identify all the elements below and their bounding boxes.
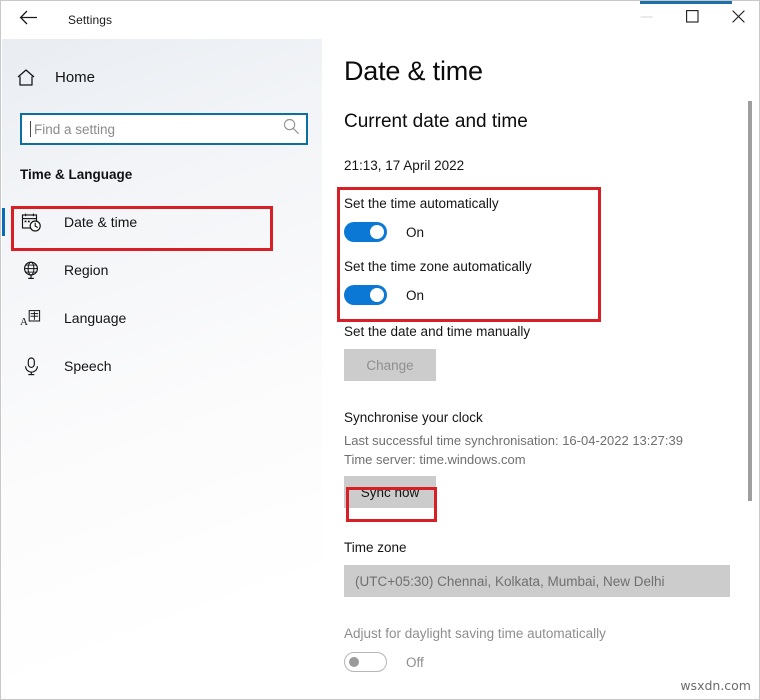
sidebar: Home Find a setting Time & Language Date…: [2, 39, 322, 699]
page-title: Date & time: [344, 56, 483, 86]
settings-window: Settings Home Find a setting Time & Lang…: [0, 0, 760, 700]
sidebar-item-date-time[interactable]: Date & time: [2, 198, 322, 246]
timezone-select[interactable]: (UTC+05:30) Chennai, Kolkata, Mumbai, Ne…: [344, 565, 730, 597]
manual-datetime-group: Set the date and time manually Change: [344, 324, 759, 381]
sidebar-item-speech[interactable]: Speech: [2, 342, 322, 390]
toggle-knob: [349, 657, 359, 667]
sidebar-item-language[interactable]: A Language: [2, 294, 322, 342]
auto-time-label: Set the time automatically: [344, 196, 499, 211]
auto-timezone-label: Set the time zone automatically: [344, 259, 532, 274]
dst-toggle[interactable]: [344, 652, 387, 672]
main-content: Date & time Current date and time 21:13,…: [322, 39, 759, 699]
search-input[interactable]: Find a setting: [20, 113, 308, 145]
sidebar-category-title: Time & Language: [20, 167, 133, 182]
sync-clock-group: Synchronise your clock Last successful t…: [344, 410, 759, 508]
toggle-knob: [370, 288, 384, 302]
back-arrow-icon: [19, 10, 38, 30]
sidebar-item-home[interactable]: Home: [2, 57, 322, 97]
auto-time-group: Set the time automatically On: [344, 196, 759, 242]
auto-time-state-label: On: [406, 224, 425, 240]
language-icon: A: [20, 307, 42, 329]
last-sync-text: Last successful time synchronisation: 16…: [344, 433, 683, 448]
home-icon: [16, 68, 42, 87]
back-button[interactable]: [11, 5, 45, 35]
close-icon: [731, 10, 745, 23]
dst-label: Adjust for daylight saving time automati…: [344, 626, 606, 641]
dst-group: Adjust for daylight saving time automati…: [344, 626, 759, 672]
watermark: wsxdn.com: [680, 678, 751, 693]
text-cursor: [30, 121, 31, 137]
svg-text:A: A: [20, 316, 28, 328]
window-controls: [623, 1, 759, 39]
globe-icon: [20, 259, 42, 281]
current-datetime-value: 21:13, 17 April 2022: [344, 158, 465, 173]
sync-now-button[interactable]: Sync now: [344, 476, 436, 508]
auto-timezone-group: Set the time zone automatically On: [344, 259, 759, 305]
sidebar-item-region[interactable]: Region: [2, 246, 322, 294]
search-placeholder: Find a setting: [34, 121, 116, 137]
close-button[interactable]: [715, 1, 759, 32]
time-server-text: Time server: time.windows.com: [344, 452, 526, 467]
sidebar-item-label: Speech: [64, 358, 112, 374]
auto-time-toggle[interactable]: [344, 222, 387, 242]
sidebar-home-label: Home: [55, 68, 96, 86]
minimize-icon: [640, 11, 653, 22]
window-accent-bar: [640, 1, 732, 4]
dst-toggle-row: Off: [344, 652, 759, 672]
maximize-icon: [685, 10, 699, 23]
toggle-knob: [370, 225, 384, 239]
sync-now-wrap: Sync now: [344, 476, 759, 508]
auto-timezone-state-label: On: [406, 287, 425, 303]
sidebar-item-label: Region: [64, 262, 109, 278]
sidebar-item-label: Language: [64, 310, 127, 326]
scrollbar-thumb[interactable]: [748, 101, 752, 501]
minimize-button[interactable]: [623, 1, 669, 32]
microphone-icon: [20, 355, 42, 377]
content-scrollbar[interactable]: [744, 39, 756, 699]
sync-clock-title: Synchronise your clock: [344, 410, 483, 425]
search-icon[interactable]: [283, 118, 300, 140]
auto-time-toggle-row: On: [344, 222, 759, 242]
dst-state-label: Off: [406, 654, 424, 670]
window-title: Settings: [68, 13, 113, 27]
timezone-group: Time zone (UTC+05:30) Chennai, Kolkata, …: [344, 540, 759, 597]
maximize-button[interactable]: [669, 1, 715, 32]
sidebar-nav: Date & time Region A Language Speech: [2, 198, 322, 390]
manual-datetime-label: Set the date and time manually: [344, 324, 531, 339]
content-padding: Date & time Current date and time 21:13,…: [322, 56, 759, 672]
auto-timezone-toggle-row: On: [344, 285, 759, 305]
sidebar-item-label: Date & time: [64, 214, 138, 230]
title-bar: Settings: [1, 1, 759, 39]
auto-timezone-toggle[interactable]: [344, 285, 387, 305]
current-datetime-heading: Current date and time: [344, 111, 528, 132]
title-bar-left: Settings: [1, 1, 112, 39]
timezone-title: Time zone: [344, 540, 407, 555]
change-button-wrap: Change: [344, 349, 759, 381]
change-button[interactable]: Change: [344, 349, 436, 381]
calendar-clock-icon: [20, 211, 42, 233]
title-bar-drag-region: [112, 1, 623, 39]
